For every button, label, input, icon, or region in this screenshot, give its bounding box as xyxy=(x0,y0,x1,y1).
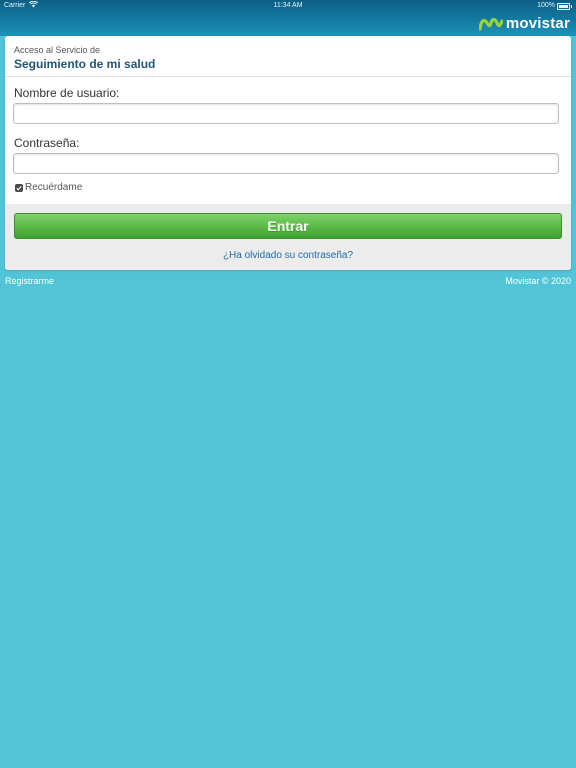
register-link[interactable]: Registrarme xyxy=(5,276,54,286)
username-label: Nombre de usuario: xyxy=(14,86,120,100)
service-subtitle: Acceso al Servicio de xyxy=(14,45,101,55)
copyright-text: Movistar © 2020 xyxy=(505,276,571,286)
battery-percent: 100% xyxy=(537,2,555,9)
movistar-m-logo-icon xyxy=(478,15,504,31)
brand-name: movistar xyxy=(505,14,570,32)
battery-icon xyxy=(557,3,572,10)
card-header: Acceso al Servicio de Seguimiento de mi … xyxy=(5,36,571,77)
brand-logo: movistar xyxy=(478,14,570,32)
remember-me-toggle[interactable]: Recuérdame xyxy=(15,182,82,193)
password-field[interactable] xyxy=(13,153,559,174)
remember-checkbox[interactable] xyxy=(15,183,23,192)
service-title: Seguimiento de mi salud xyxy=(14,57,156,71)
forgot-password-link[interactable]: ¿Ha olvidado su contraseña? xyxy=(5,250,571,261)
status-bar: Carrier 11:34 AM 100% xyxy=(0,0,576,12)
username-field[interactable] xyxy=(13,103,559,124)
top-bar: Carrier 11:34 AM 100% movistar xyxy=(0,0,576,36)
login-card: Acceso al Servicio de Seguimiento de mi … xyxy=(5,36,571,270)
status-time: 11:34 AM xyxy=(273,2,303,9)
card-footer: Entrar ¿Ha olvidado su contraseña? xyxy=(5,204,571,270)
remember-label: Recuérdame xyxy=(25,182,83,193)
password-label: Contraseña: xyxy=(14,136,80,150)
enter-button[interactable]: Entrar xyxy=(14,213,562,239)
